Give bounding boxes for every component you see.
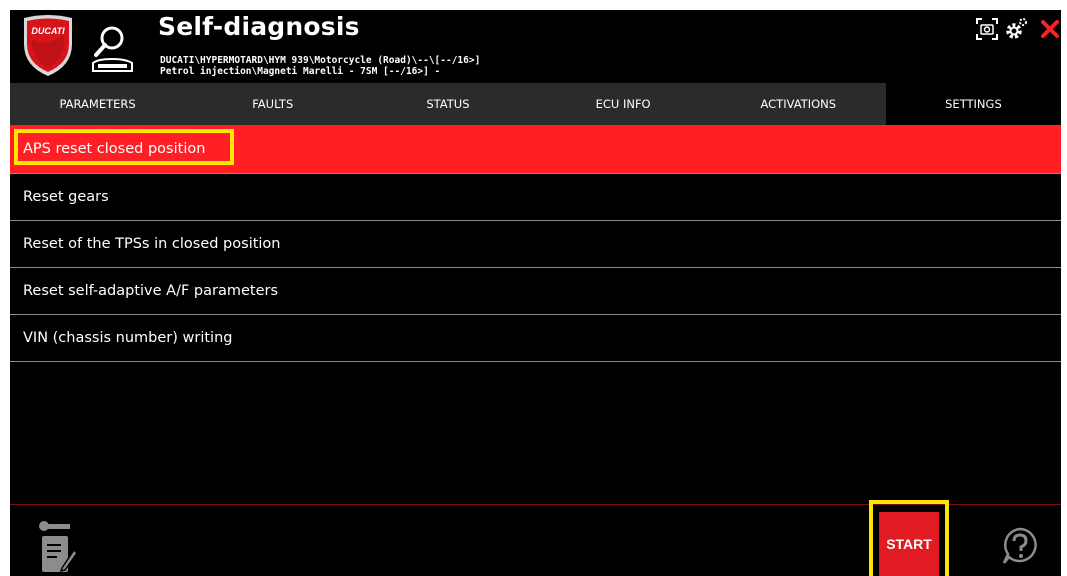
procedure-label: Reset of the TPSs in closed position [23, 236, 281, 252]
procedure-item-aps-reset[interactable]: APS reset closed position [10, 125, 1061, 174]
screenshot-icon[interactable] [976, 18, 998, 40]
procedure-list: APS reset closed position Reset gears Re… [10, 125, 1061, 362]
gear-icon[interactable] [1004, 17, 1028, 41]
tab-activations[interactable]: ACTIVATIONS [711, 83, 886, 125]
ducati-logo: DUCATI [24, 15, 72, 76]
svg-text:DUCATI: DUCATI [31, 26, 65, 36]
vehicle-path: DUCATI\HYPERMOTARD\HYM 939\Motorcycle (R… [160, 55, 481, 66]
start-button[interactable]: START [879, 512, 939, 576]
app-window: DUCATI Self-diagnosis DUCATI\HYPERMOTARD… [10, 10, 1061, 576]
procedure-item-reset-gears[interactable]: Reset gears [10, 174, 1061, 221]
page-title: Self-diagnosis [158, 12, 360, 41]
procedure-label: Reset self-adaptive A/F parameters [23, 283, 279, 299]
tab-ecu-info[interactable]: ECU INFO [536, 83, 711, 125]
tab-parameters[interactable]: PARAMETERS [10, 83, 185, 125]
tab-settings[interactable]: SETTINGS [885, 83, 1061, 125]
tab-bar: PARAMETERS FAULTS STATUS ECU INFO ACTIVA… [10, 83, 1061, 125]
highlight-frame [14, 129, 234, 165]
diagnosis-icon [92, 26, 133, 72]
procedure-label: Reset gears [23, 189, 109, 205]
close-icon[interactable] [1040, 19, 1060, 39]
tab-faults[interactable]: FAULTS [185, 83, 360, 125]
ecu-path: Petrol injection\Magneti Marelli - 7SM [… [160, 66, 441, 77]
procedure-label: VIN (chassis number) writing [23, 330, 233, 346]
procedure-item-vin-writing[interactable]: VIN (chassis number) writing [10, 315, 1061, 362]
tab-status[interactable]: STATUS [360, 83, 535, 125]
wrench-document-icon[interactable] [38, 518, 78, 574]
help-icon[interactable] [1000, 526, 1040, 566]
procedure-item-reset-tps[interactable]: Reset of the TPSs in closed position [10, 221, 1061, 268]
header: DUCATI Self-diagnosis DUCATI\HYPERMOTARD… [10, 10, 1061, 83]
procedure-item-reset-af[interactable]: Reset self-adaptive A/F parameters [10, 268, 1061, 315]
